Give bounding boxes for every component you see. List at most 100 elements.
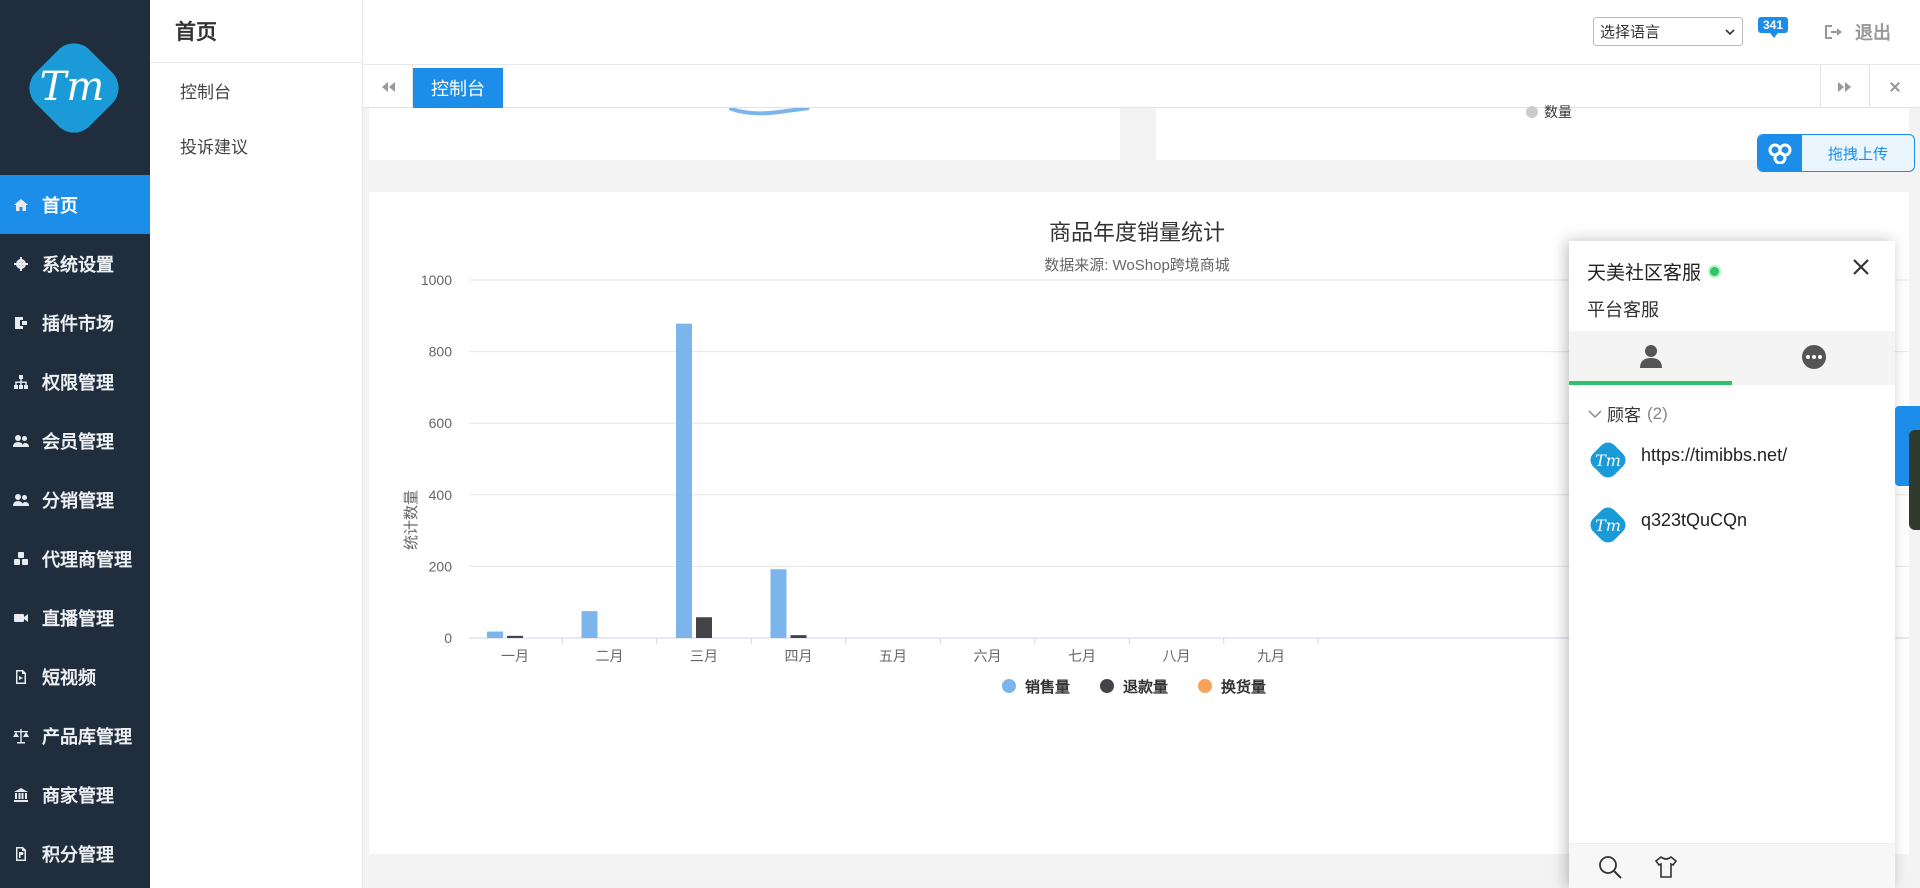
tab-conversations[interactable] — [1732, 331, 1895, 385]
submenu-item-dashboard[interactable]: 控制台 — [150, 63, 362, 118]
sidebar-item-merchants[interactable]: 商家管理 — [0, 765, 150, 824]
app-logo[interactable]: Tm — [22, 36, 126, 140]
notification-badge: 341 — [1758, 17, 1789, 38]
sidebar-item-product-library[interactable]: 产品库管理 — [0, 706, 150, 765]
sidebar-item-label: 代理商管理 — [42, 549, 132, 570]
gear-icon — [12, 255, 30, 273]
group-count: (2) — [1647, 403, 1668, 423]
submenu-item-complaints[interactable]: 投诉建议 — [150, 118, 362, 173]
contact-name: https://timibbs.net/ — [1641, 445, 1788, 465]
bank-icon — [12, 786, 30, 804]
bar-sales[interactable] — [676, 323, 692, 638]
tab-scroll-left-button[interactable] — [363, 65, 413, 108]
svg-text:Tm: Tm — [1595, 516, 1621, 535]
sub-menu: 首页 控制台 投诉建议 — [150, 0, 363, 888]
search-icon[interactable] — [1597, 854, 1623, 880]
bar-refund[interactable] — [790, 635, 807, 638]
tab-scroll-right-button[interactable] — [1820, 65, 1870, 108]
y-tick-label: 0 — [444, 630, 452, 646]
sidebar-item-points[interactable]: 积分管理 — [0, 824, 150, 883]
language-select[interactable]: 选择语言 — [1593, 17, 1743, 46]
chart-x-axis: 一月 二月 三月 四月 五月 六月 七月 八月 九月 — [501, 638, 1319, 664]
legend-dot — [1526, 106, 1538, 118]
customer-service-chat: 天美社区客服 平台客服 顾客 (2) Tm https://timibbs.ne… — [1569, 241, 1895, 888]
page-tab-bar: 控制台 — [363, 65, 1920, 108]
pie-fragment — [729, 108, 810, 116]
y-tick-label: 600 — [429, 415, 453, 431]
submenu-title: 首页 — [150, 0, 362, 63]
users-icon — [12, 491, 30, 509]
close-chat-icon[interactable] — [1849, 255, 1873, 279]
legend-marker — [1198, 679, 1212, 693]
chart-subtitle: 数据来源: WoShop跨境商城 — [1044, 256, 1230, 274]
sidebar-item-members[interactable]: 会员管理 — [0, 411, 150, 470]
file-points-icon — [12, 845, 30, 863]
sidebar-item-home[interactable]: 首页 — [0, 175, 150, 234]
bar-refund[interactable] — [507, 635, 523, 638]
chat-subtitle: 平台客服 — [1587, 300, 1659, 320]
sidebar-item-label: 产品库管理 — [42, 726, 132, 747]
logout-label: 退出 — [1855, 23, 1891, 43]
chart-legend[interactable]: 销售量 退款量 换货量 — [1002, 678, 1266, 696]
customer-group-toggle[interactable]: 顾客 (2) — [1587, 401, 1668, 426]
bar-sales[interactable] — [487, 631, 503, 638]
y-tick-label: 1000 — [421, 272, 452, 288]
sidebar-item-label: 积分管理 — [42, 844, 114, 865]
bar-sales[interactable] — [581, 611, 598, 638]
chat-title: 天美社区客服 — [1587, 263, 1702, 284]
chat-footer — [1569, 843, 1895, 888]
legend-fragment-label: 数量 — [1544, 104, 1572, 120]
video-camera-icon — [12, 609, 30, 627]
sidebar-item-label: 首页 — [42, 195, 78, 216]
sidebar-item-label: 插件市场 — [42, 313, 114, 334]
sidebar-item-distribution[interactable]: 分销管理 — [0, 470, 150, 529]
chat-header: 天美社区客服 — [1587, 258, 1722, 285]
user-icon — [1639, 345, 1662, 368]
language-select-value: 选择语言 — [1600, 24, 1661, 41]
upload-label: 拖拽上传 — [1827, 145, 1888, 163]
close-tabs-button[interactable] — [1870, 65, 1920, 108]
sidebar-item-permissions[interactable]: 权限管理 — [0, 352, 150, 411]
bar-refund[interactable] — [696, 617, 712, 638]
file-video-icon — [12, 668, 30, 686]
tab-contacts[interactable] — [1569, 331, 1732, 385]
x-tick-label: 八月 — [1163, 648, 1191, 664]
sidebar-item-plugin-market[interactable]: 插件市场 — [0, 293, 150, 352]
bar-sales[interactable] — [770, 569, 787, 638]
sidebar-item-label: 短视频 — [42, 667, 96, 688]
x-tick-label: 五月 — [879, 648, 907, 664]
x-tick-label: 一月 — [501, 648, 529, 664]
legend-item[interactable]: 换货量 — [1198, 678, 1266, 696]
sidebar-item-short-video[interactable]: 短视频 — [0, 647, 150, 706]
top-header: 选择语言 341 退出 — [363, 0, 1920, 65]
sidebar-item-label: 权限管理 — [42, 372, 114, 393]
svg-text:Tm: Tm — [1595, 451, 1621, 470]
drag-upload-button[interactable]: 拖拽上传 — [1757, 134, 1915, 172]
y-tick-label: 800 — [429, 344, 453, 360]
logout-button[interactable]: 退出 — [1823, 19, 1891, 45]
shirt-icon[interactable] — [1653, 854, 1679, 880]
chart-bars — [487, 323, 807, 638]
legend-item[interactable]: 退款量 — [1100, 678, 1168, 696]
svg-text:Tm: Tm — [40, 64, 105, 110]
sidebar-item-live[interactable]: 直播管理 — [0, 588, 150, 647]
close-icon — [1890, 81, 1900, 92]
sidebar-item-label: 直播管理 — [42, 608, 114, 629]
cubes-icon — [12, 550, 30, 568]
avatar: Tm — [1590, 442, 1626, 478]
cloud-upload-icon — [1758, 135, 1802, 171]
side-scroll-handle[interactable] — [1909, 430, 1920, 530]
y-tick-label: 200 — [429, 558, 453, 574]
sidebar-item-agents[interactable]: 代理商管理 — [0, 529, 150, 588]
tab-dashboard[interactable]: 控制台 — [413, 68, 503, 108]
notification-button[interactable]: 341 — [1758, 16, 1789, 38]
contact-item[interactable]: Tm https://timibbs.net/ — [1587, 439, 1877, 487]
chat-tabs — [1569, 331, 1895, 385]
sidebar-item-system-settings[interactable]: 系统设置 — [0, 234, 150, 293]
x-tick-label: 三月 — [690, 648, 718, 664]
double-chevron-right-icon — [1838, 81, 1851, 92]
chat-bubble-icon — [1801, 345, 1826, 369]
legend-item[interactable]: 销售量 — [1002, 678, 1070, 696]
avatar: Tm — [1590, 507, 1626, 543]
contact-item[interactable]: Tm q323tQuCQn — [1587, 504, 1877, 552]
